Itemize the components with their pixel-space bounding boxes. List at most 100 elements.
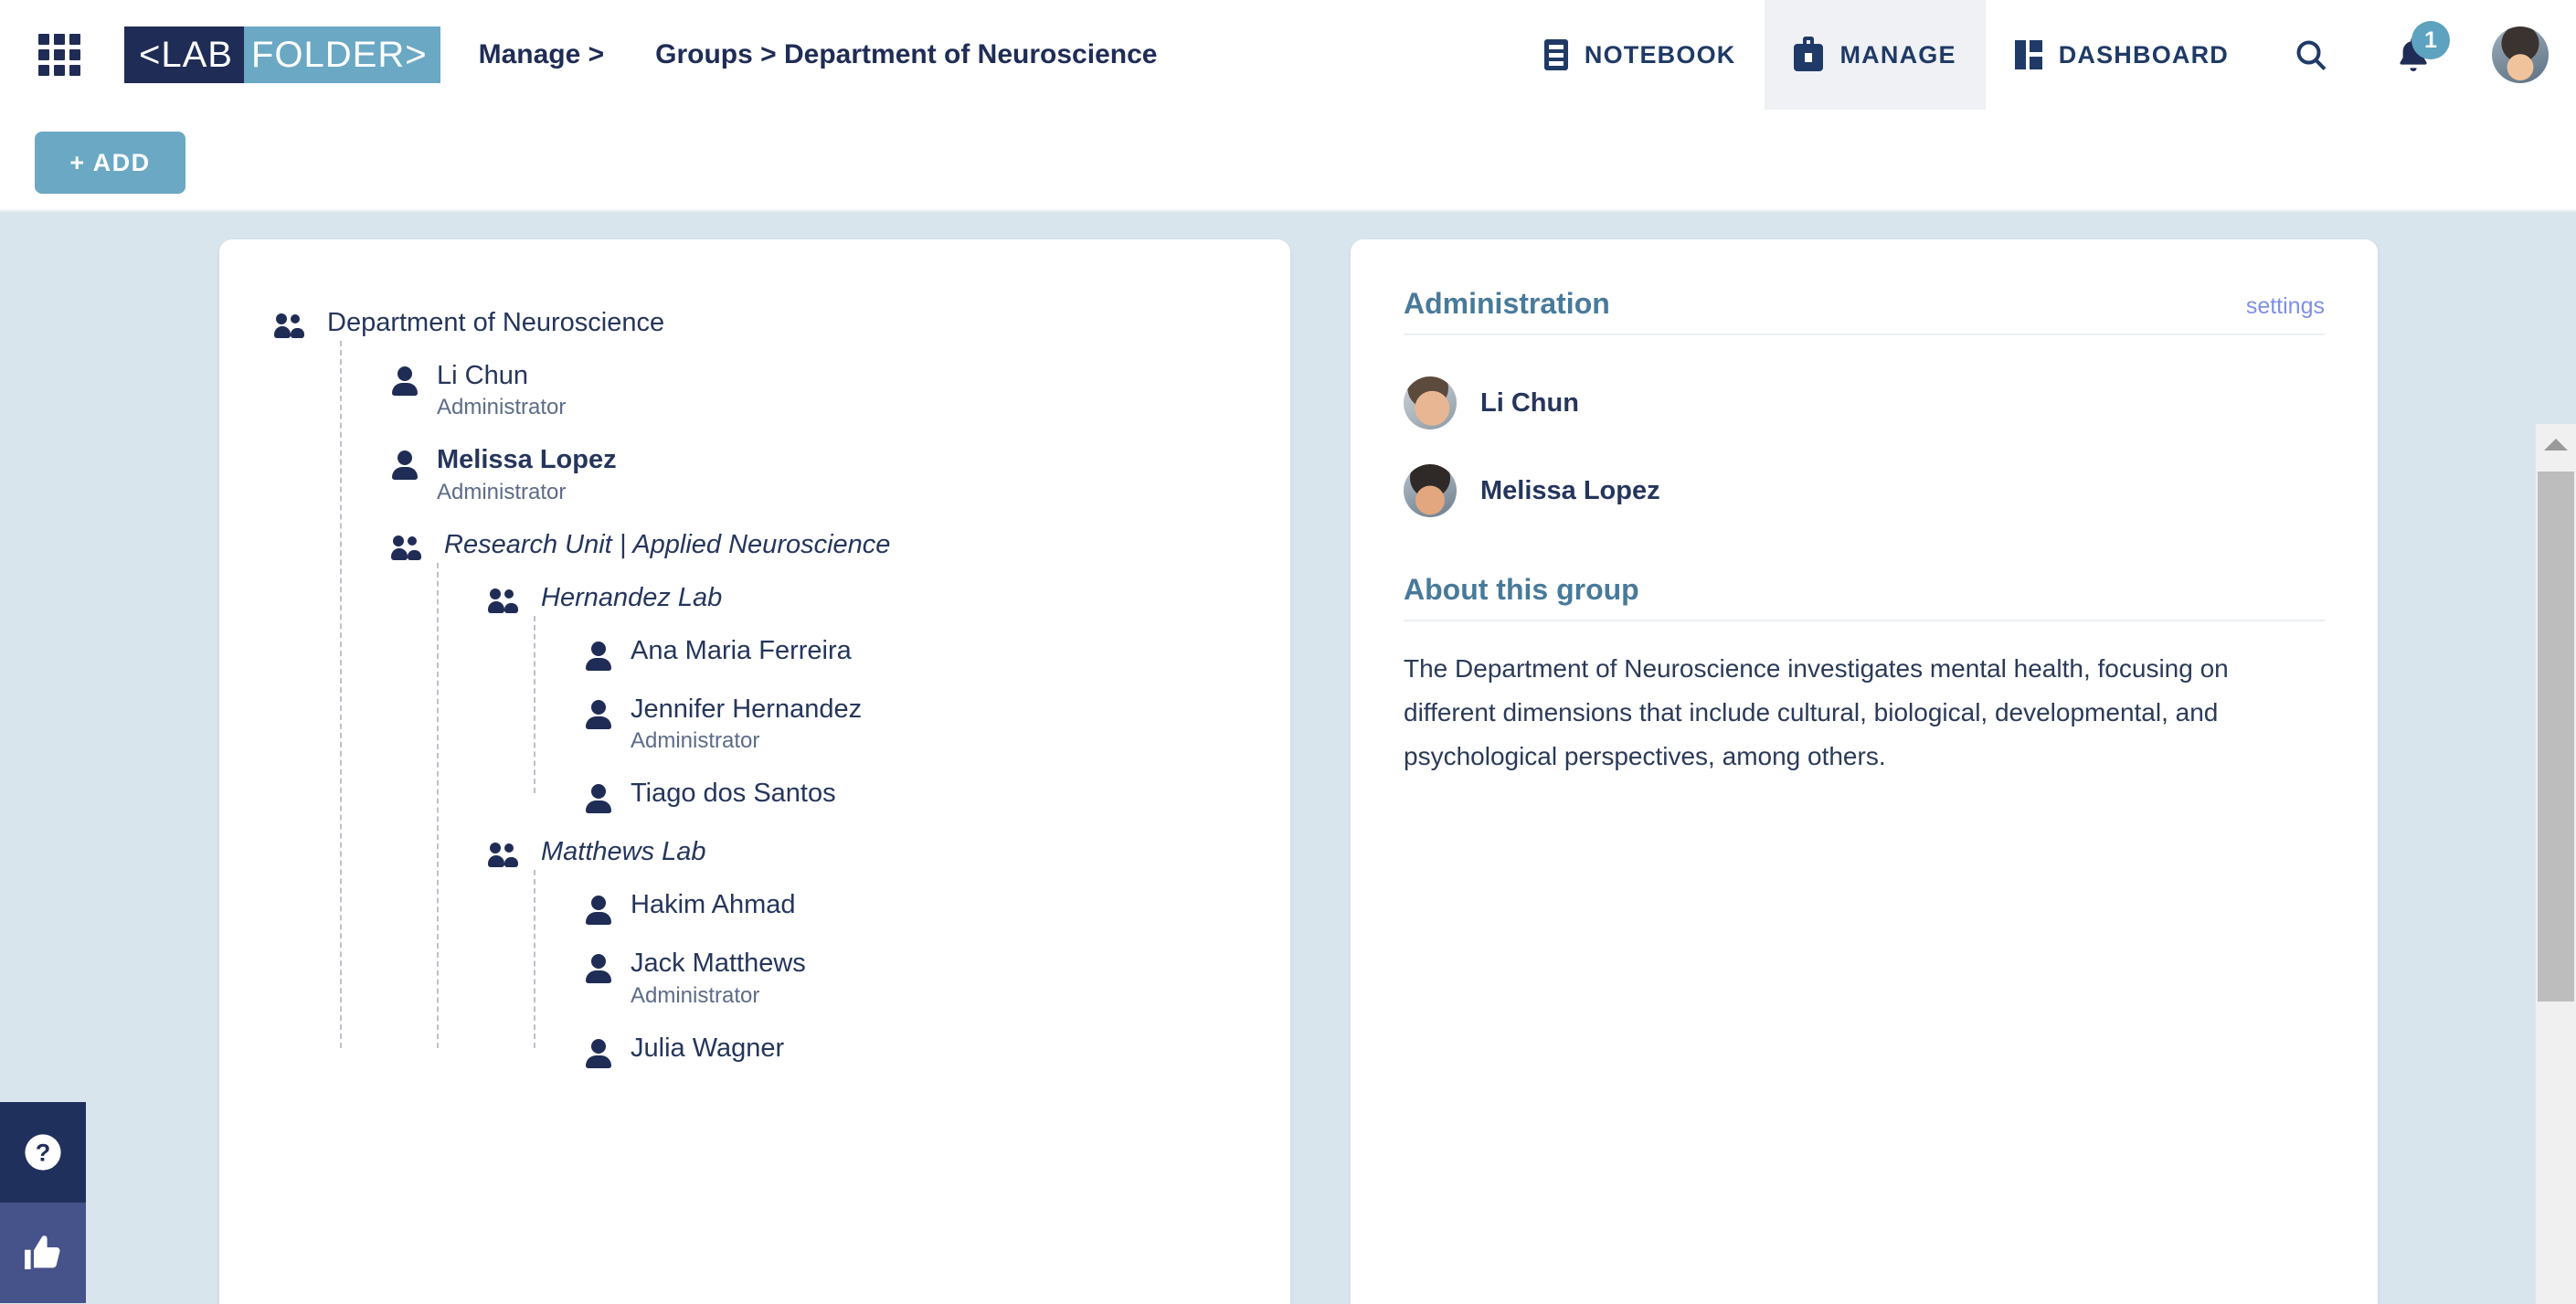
group-info: Administration settings Li Chun Melissa … (1351, 239, 2378, 779)
user-avatar[interactable] (2492, 27, 2549, 83)
settings-link[interactable]: settings (2246, 293, 2325, 320)
page-scrollbar[interactable] (2536, 424, 2576, 1304)
nav-notebook-label: NOTEBOOK (1584, 40, 1736, 69)
grid-dot (69, 65, 80, 76)
member-name: Hakim Ahmad (631, 890, 796, 920)
tree-node-member[interactable]: Jennifer Hernandez Administrator (534, 694, 1290, 779)
dashboard-icon (2014, 40, 2042, 69)
tree-node-member[interactable]: Ana Maria Ferreira (534, 636, 1290, 694)
administrator-name: Li Chun (1480, 387, 1579, 418)
nav-manage[interactable]: MANAGE (1765, 0, 1986, 110)
member-role: Administrator (437, 479, 567, 504)
group-icon (274, 313, 309, 341)
logo-left-text: <LAB (124, 27, 244, 83)
notifications-button[interactable]: 1 (2391, 21, 2450, 78)
briefcase-icon (1794, 36, 1824, 71)
administration-title: Administration (1404, 287, 1610, 320)
administrator-row[interactable]: Melissa Lopez (1404, 447, 2325, 535)
breadcrumb-manage[interactable]: Manage > (479, 39, 605, 70)
tree-node-member[interactable]: Tiago dos Santos (534, 779, 1290, 814)
user-icon (585, 641, 612, 671)
tree-children-unit: Hernandez Lab Ana Maria Ferreira Jennife… (437, 562, 1290, 1068)
tree-node-root-group[interactable]: Department of Neuroscience (274, 308, 1290, 341)
member-role: Administrator (437, 395, 567, 420)
grid-dot (54, 49, 65, 60)
nav-dashboard[interactable]: DASHBOARD (1986, 0, 2258, 110)
administrator-list: Li Chun Melissa Lopez (1404, 335, 2325, 535)
user-icon (585, 699, 612, 729)
group-tree: Department of Neuroscience Li Chun Admin… (219, 239, 1290, 1068)
svg-text:?: ? (36, 1139, 51, 1167)
member-name: Melissa Lopez (437, 445, 617, 475)
administrator-row[interactable]: Li Chun (1404, 359, 2325, 447)
tree-node-member[interactable]: Melissa Lopez Administrator (340, 445, 1290, 529)
tree-node-member[interactable]: Julia Wagner (534, 1034, 1290, 1068)
question-mark-icon: ? (25, 1134, 61, 1171)
tree-node-label: Matthews Lab (541, 837, 706, 867)
notification-count-badge: 1 (2412, 21, 2450, 59)
add-button[interactable]: + ADD (35, 132, 186, 194)
help-button[interactable]: ? (0, 1102, 86, 1203)
user-icon (585, 784, 612, 814)
tree-node-label: Department of Neuroscience (327, 308, 665, 337)
tree-node-member[interactable]: Hakim Ahmad (534, 890, 1290, 949)
nav-manage-label: MANAGE (1839, 40, 1956, 69)
top-header: <LAB FOLDER> Manage > Groups > Departmen… (0, 0, 2576, 110)
group-info-card: Administration settings Li Chun Melissa … (1351, 239, 2378, 1304)
grid-dot (69, 34, 80, 45)
administration-header: Administration settings (1404, 287, 2325, 335)
administrator-name: Melissa Lopez (1480, 475, 1660, 505)
member-name: Jack Matthews (631, 949, 806, 979)
user-icon (585, 954, 612, 984)
member-name: Tiago dos Santos (631, 779, 836, 809)
avatar (1404, 464, 1457, 517)
thumbs-up-icon (25, 1235, 60, 1269)
tree-node-member[interactable]: Jack Matthews Administrator (534, 949, 1290, 1033)
breadcrumb: Manage > Groups > Department of Neurosci… (479, 39, 1158, 70)
tree-node-label: Hernandez Lab (541, 582, 723, 612)
tree-node-lab[interactable]: Hernandez Lab Ana Maria Ferreira Jennife… (437, 583, 1290, 837)
tree-node-lab[interactable]: Matthews Lab Hakim Ahmad Jack Matthews A… (437, 837, 1290, 1068)
main-content-area: Department of Neuroscience Li Chun Admin… (0, 212, 2576, 1304)
tree-node-label: Research Unit | Applied Neuroscience (444, 529, 891, 559)
primary-nav: NOTEBOOK MANAGE DASHBOARD 1 (1515, 0, 2576, 110)
about-section: About this group The Department of Neuro… (1404, 573, 2325, 779)
scroll-up-arrow-icon[interactable] (2536, 424, 2576, 464)
about-description: The Department of Neuroscience investiga… (1404, 654, 2229, 771)
tree-children-lab-1: Hakim Ahmad Jack Matthews Administrator … (534, 870, 1290, 1068)
grid-dot (38, 49, 49, 60)
labfolder-logo[interactable]: <LAB FOLDER> (124, 27, 440, 83)
search-icon[interactable] (2291, 35, 2331, 75)
feedback-button[interactable] (0, 1203, 86, 1303)
grid-dot (69, 49, 80, 60)
tree-node-member[interactable]: Li Chun Administrator (340, 361, 1290, 445)
nav-notebook[interactable]: NOTEBOOK (1515, 0, 1765, 110)
logo-right-text: FOLDER> (243, 27, 440, 83)
grid-dot (38, 65, 49, 76)
group-icon (391, 535, 426, 563)
user-icon (585, 1038, 612, 1068)
nav-dashboard-label: DASHBOARD (2058, 40, 2229, 69)
help-widget: ? (0, 1102, 86, 1303)
breadcrumb-groups-current[interactable]: Groups > Department of Neuroscience (655, 39, 1157, 70)
member-role: Administrator (631, 982, 760, 1008)
tree-node-research-unit[interactable]: Research Unit | Applied Neuroscience Her… (340, 530, 1290, 1068)
tree-children-root: Li Chun Administrator Melissa Lopez Admi… (340, 341, 1290, 1068)
about-title: About this group (1404, 573, 1639, 606)
user-icon (585, 896, 612, 926)
group-icon (488, 843, 523, 870)
action-toolbar: + ADD (0, 110, 2576, 212)
about-header: About this group (1404, 573, 2325, 621)
group-tree-card: Department of Neuroscience Li Chun Admin… (219, 239, 1290, 1304)
grid-dot (38, 34, 49, 45)
scrollbar-thumb[interactable] (2538, 472, 2574, 1002)
member-name: Julia Wagner (631, 1033, 785, 1063)
notebook-icon (1543, 39, 1568, 70)
grid-dot (54, 65, 65, 76)
group-icon (488, 588, 523, 616)
member-name: Jennifer Hernandez (631, 694, 863, 724)
tree-children-lab-0: Ana Maria Ferreira Jennifer Hernandez Ad… (534, 615, 1290, 814)
member-role: Administrator (631, 728, 760, 754)
grid-dot (54, 34, 65, 45)
grid-apps-icon[interactable] (38, 34, 80, 76)
